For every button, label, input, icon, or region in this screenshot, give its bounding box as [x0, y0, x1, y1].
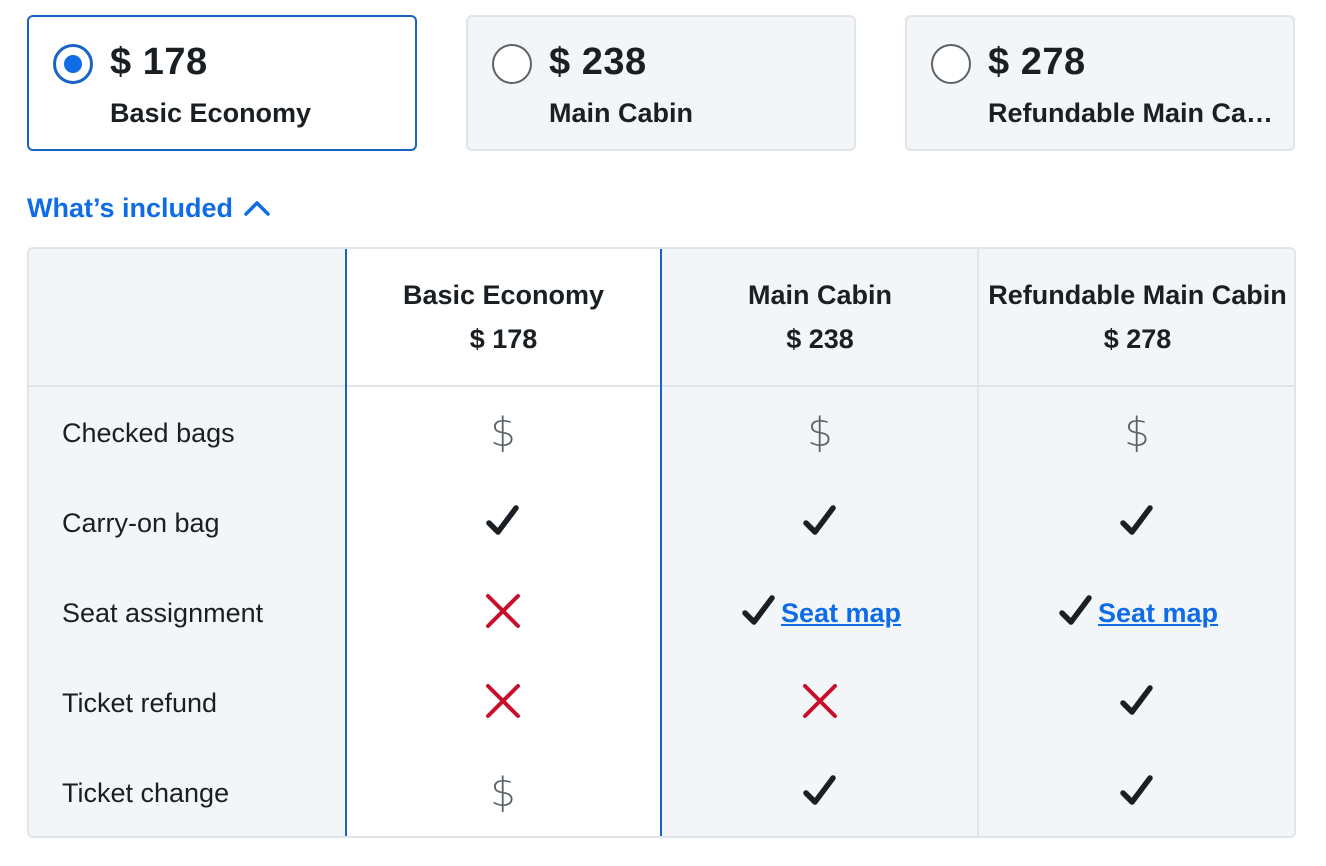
fee-icon: $ [490, 410, 516, 456]
chevron-up-icon [244, 201, 270, 216]
fare-comparison-table: Basic Economy $ 178 Main Cabin $ 238 Ref… [27, 247, 1296, 838]
checkmark-icon [800, 771, 840, 816]
fare-option-refundable-main-cabin[interactable]: $ 278 Refundable Main Cabin [905, 15, 1295, 151]
radio-button-selected[interactable] [53, 44, 93, 84]
column-name: Basic Economy [402, 280, 605, 310]
table-cell [987, 658, 1287, 748]
cross-icon [484, 592, 522, 635]
row-label: Seat assignment [62, 598, 264, 628]
column-name: Refundable Main Cabin [988, 280, 1287, 310]
table-cell [353, 658, 653, 748]
fare-price: $ 278 [988, 41, 1086, 83]
radio-button[interactable] [492, 44, 532, 84]
whats-included-label: What’s included [27, 193, 234, 223]
column-price: $ 238 [786, 324, 854, 354]
cross-icon [484, 682, 522, 725]
row-label: Ticket change [62, 778, 230, 808]
table-cell: $ [670, 388, 970, 478]
row-label: Checked bags [62, 418, 235, 448]
fare-name: Refundable Main Cabin [988, 98, 1278, 128]
column-header-basic-economy: Basic Economy $ 178 [345, 249, 662, 385]
table-cell [670, 748, 970, 836]
table-cell [353, 478, 653, 568]
fee-icon: $ [490, 770, 516, 816]
fare-name: Basic Economy [110, 98, 312, 128]
radio-button[interactable] [931, 44, 971, 84]
table-cell [987, 478, 1287, 568]
checkmark-icon [1117, 501, 1157, 546]
fare-option-main-cabin[interactable]: $ 238 Main Cabin [466, 15, 856, 151]
table-cell: $ [987, 388, 1287, 478]
table-cell [670, 478, 970, 568]
column-price: $ 278 [1103, 324, 1172, 354]
fee-icon: $ [1124, 410, 1150, 456]
column-header-refundable-main-cabin: Refundable Main Cabin $ 278 [979, 249, 1294, 385]
radio-dot [64, 55, 82, 73]
table-cell: $ [353, 748, 653, 836]
column-price: $ 178 [469, 324, 538, 354]
table-cell: Seat map [987, 568, 1287, 658]
row-label: Ticket refund [62, 688, 218, 718]
header-divider [347, 385, 660, 387]
checkmark-icon [800, 501, 840, 546]
whats-included-toggle[interactable]: What’s included [27, 188, 271, 228]
checkmark-icon [1117, 771, 1157, 816]
fare-options: $ 178 Basic Economy $ 238 Main Cabin $ 2… [27, 15, 1297, 152]
row-label: Carry-on bag [62, 508, 220, 538]
seat-map-link[interactable]: Seat map [1098, 598, 1218, 629]
table-cell: Seat map [670, 568, 970, 658]
table-cell: $ [353, 388, 653, 478]
column-header-main-cabin: Main Cabin $ 238 [662, 249, 978, 385]
fare-price: $ 178 [110, 41, 208, 83]
table-cell [353, 568, 653, 658]
fee-icon: $ [807, 410, 833, 456]
checkmark-icon [739, 591, 779, 636]
fare-option-basic-economy[interactable]: $ 178 Basic Economy [27, 15, 417, 151]
fare-name: Main Cabin [549, 98, 694, 128]
fare-price: $ 238 [549, 41, 647, 83]
checkmark-icon [1056, 591, 1096, 636]
column-name: Main Cabin [747, 280, 892, 310]
seat-map-link[interactable]: Seat map [781, 598, 901, 629]
checkmark-icon [1117, 681, 1157, 726]
table-cell [987, 748, 1287, 836]
table-cell [670, 658, 970, 748]
checkmark-icon [483, 501, 523, 546]
cross-icon [801, 682, 839, 725]
